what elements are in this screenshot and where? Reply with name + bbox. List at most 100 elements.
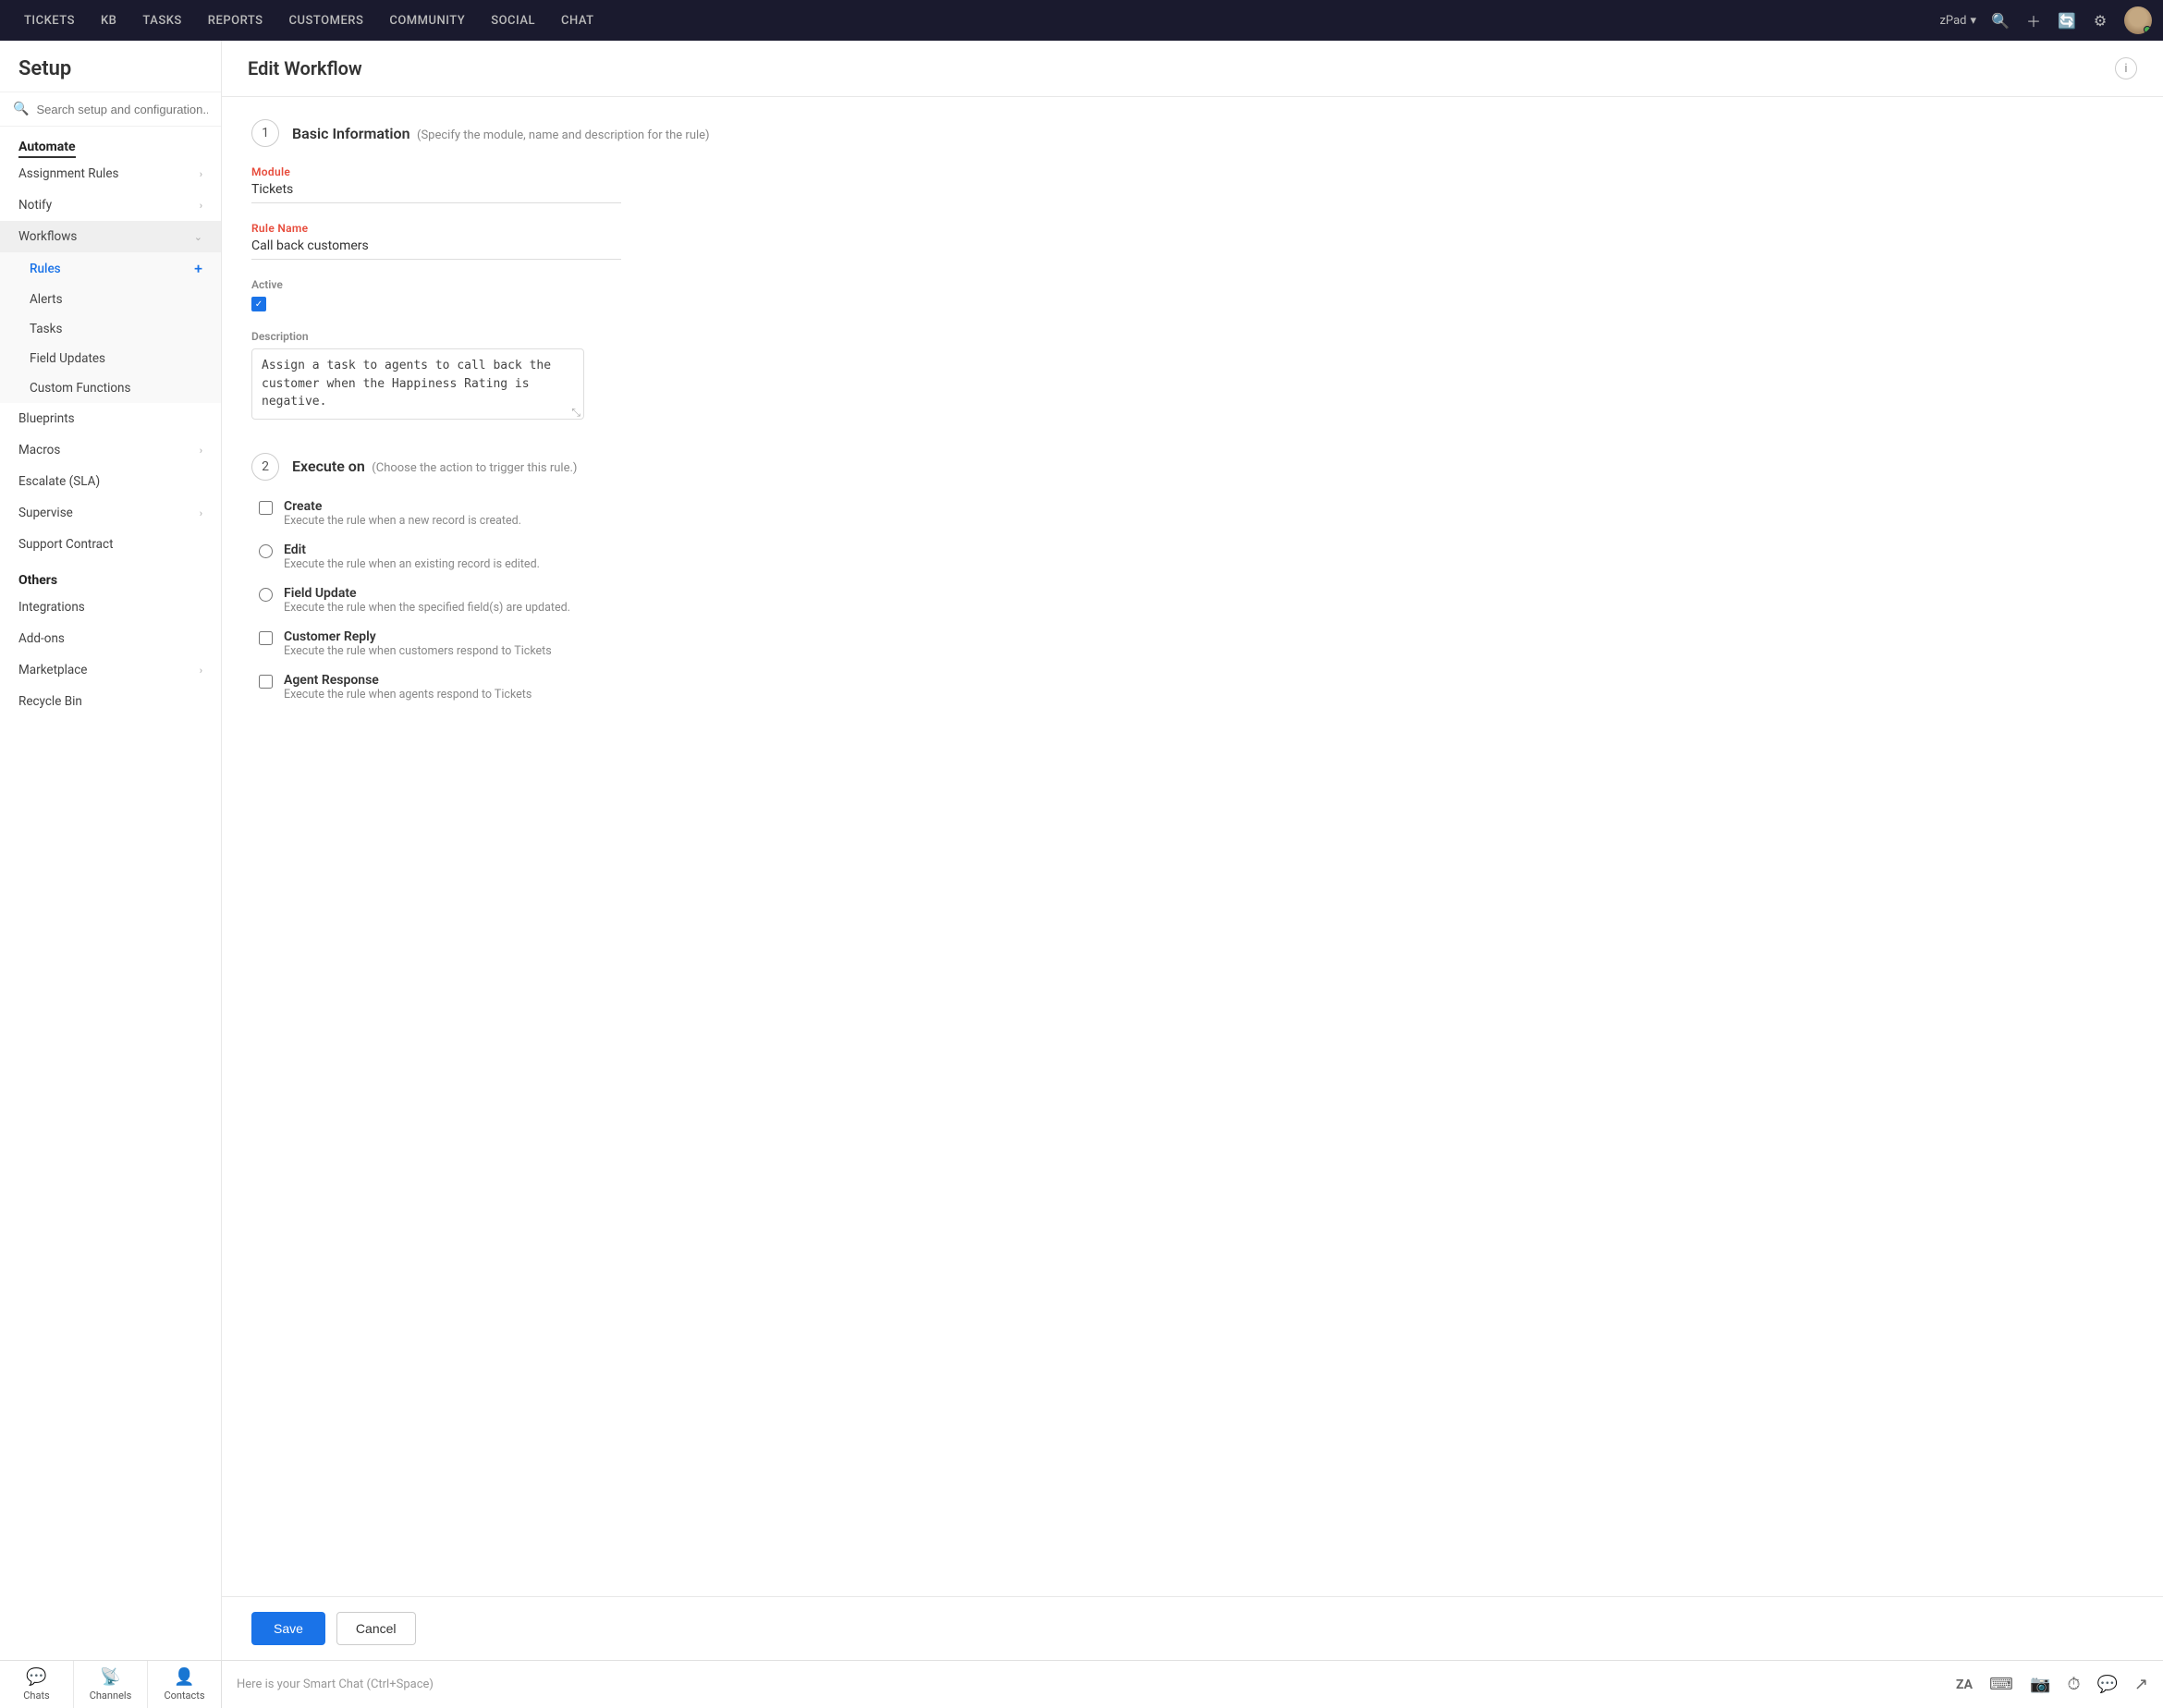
camera-icon[interactable]: 📷 — [2030, 1675, 2050, 1694]
edit-radio[interactable] — [259, 544, 273, 558]
bottom-bar: 💬 Chats 📡 Channels 👤 Contacts Here is yo… — [0, 1660, 2163, 1708]
chevron-right-icon: › — [200, 507, 202, 519]
sidebar-sub-item-custom-functions[interactable]: Custom Functions — [0, 373, 221, 403]
notifications-icon[interactable]: 🔄 — [2058, 11, 2076, 30]
create-checkbox[interactable] — [259, 501, 273, 515]
nav-right-controls: zPad ▾ 🔍 ＋ 🔄 ⚙ — [1939, 6, 2152, 34]
create-option-content: Create Execute the rule when a new recor… — [284, 499, 521, 528]
support-contract-label: Support Contract — [18, 537, 113, 552]
nav-chat[interactable]: CHAT — [548, 0, 607, 41]
search-icon[interactable]: 🔍 — [1991, 11, 2010, 30]
macros-label: Macros — [18, 443, 60, 458]
sidebar-item-supervise[interactable]: Supervise › — [0, 497, 221, 529]
automate-section-label: Automate — [0, 127, 221, 158]
section1-subtitle: (Specify the module, name and descriptio… — [417, 128, 710, 142]
rule-name-label: Rule Name — [251, 222, 621, 235]
smart-chat-placeholder[interactable]: Here is your Smart Chat (Ctrl+Space) — [237, 1678, 1937, 1691]
sidebar-item-add-ons[interactable]: Add-ons — [0, 623, 221, 654]
field-updates-label: Field Updates — [30, 351, 105, 366]
sidebar-sub-item-alerts[interactable]: Alerts — [0, 285, 221, 314]
sidebar-item-workflows[interactable]: Workflows ⌄ — [0, 221, 221, 252]
content-body: 1 Basic Information (Specify the module,… — [222, 97, 2163, 1596]
contacts-icon: 👤 — [174, 1667, 194, 1687]
channels-label: Channels — [90, 1690, 132, 1702]
agent-response-checkbox[interactable] — [259, 675, 273, 689]
customer-reply-checkbox[interactable] — [259, 631, 273, 645]
chats-label: Chats — [23, 1690, 49, 1702]
section1-title: Basic Information — [292, 125, 410, 142]
bottom-nav-chats[interactable]: 💬 Chats — [0, 1661, 74, 1708]
chats-icon: 💬 — [26, 1667, 46, 1687]
sidebar-search-input[interactable] — [36, 103, 208, 116]
nav-tasks[interactable]: TASKS — [129, 0, 194, 41]
sidebar-sub-item-rules[interactable]: Rules + — [0, 252, 221, 285]
field-update-option-content: Field Update Execute the rule when the s… — [284, 586, 570, 615]
zpad-button[interactable]: zPad ▾ — [1939, 14, 1976, 28]
blueprints-label: Blueprints — [18, 411, 75, 426]
cancel-button[interactable]: Cancel — [336, 1612, 416, 1645]
section1-number: 1 — [251, 119, 279, 147]
field-update-option-desc: Execute the rule when the specified fiel… — [284, 601, 570, 615]
section1-header: 1 Basic Information (Specify the module,… — [251, 119, 2133, 147]
settings-icon[interactable]: ⚙ — [2091, 11, 2109, 30]
description-textarea-wrap: Assign a task to agents to call back the… — [251, 348, 584, 423]
sidebar-item-recycle-bin[interactable]: Recycle Bin — [0, 686, 221, 717]
agent-response-option-title: Agent Response — [284, 673, 532, 688]
sidebar-item-assignment-rules[interactable]: Assignment Rules › — [0, 158, 221, 189]
agent-response-option-content: Agent Response Execute the rule when age… — [284, 673, 532, 702]
sidebar-item-notify[interactable]: Notify › — [0, 189, 221, 221]
nav-community[interactable]: COMMUNITY — [376, 0, 478, 41]
rules-label: Rules — [30, 262, 61, 276]
description-textarea[interactable]: Assign a task to agents to call back the… — [251, 348, 584, 420]
sidebar-item-marketplace[interactable]: Marketplace › — [0, 654, 221, 686]
supervise-label: Supervise — [18, 506, 73, 520]
nav-reports[interactable]: REPORTS — [195, 0, 276, 41]
zai-icon[interactable]: ZA — [1956, 1678, 1973, 1692]
edit-option-content: Edit Execute the rule when an existing r… — [284, 543, 540, 571]
sidebar-item-integrations[interactable]: Integrations — [0, 592, 221, 623]
workflows-section: Workflows ⌄ Rules + Alerts Tasks Field U… — [0, 221, 221, 403]
content-area: Edit Workflow i 1 Basic Information (Spe… — [222, 41, 2163, 1660]
customer-reply-option-title: Customer Reply — [284, 629, 552, 644]
create-option-desc: Execute the rule when a new record is cr… — [284, 514, 521, 528]
save-button[interactable]: Save — [251, 1612, 325, 1645]
rule-name-value[interactable]: Call back customers — [251, 238, 621, 260]
nav-items-list: TICKETS KB TASKS REPORTS CUSTOMERS COMMU… — [11, 0, 1939, 41]
plus-icon[interactable]: + — [194, 260, 202, 277]
keyboard-icon[interactable]: ⌨ — [1989, 1675, 2013, 1694]
add-icon[interactable]: ＋ — [2024, 11, 2043, 30]
sidebar-item-support-contract[interactable]: Support Contract — [0, 529, 221, 560]
sidebar: Setup 🔍 Automate Assignment Rules › Noti… — [0, 41, 222, 1660]
sidebar-sub-item-field-updates[interactable]: Field Updates — [0, 344, 221, 373]
info-icon[interactable]: i — [2115, 57, 2137, 79]
chat-icon[interactable]: 💬 — [2096, 1675, 2117, 1694]
section2-subtitle: (Choose the action to trigger this rule.… — [372, 461, 577, 475]
tasks-label: Tasks — [30, 322, 62, 336]
nav-customers[interactable]: CUSTOMERS — [276, 0, 377, 41]
form-footer: Save Cancel — [222, 1596, 2163, 1660]
channels-icon: 📡 — [100, 1667, 120, 1687]
field-update-radio[interactable] — [259, 588, 273, 602]
active-label: Active — [251, 278, 2133, 291]
sidebar-item-macros[interactable]: Macros › — [0, 434, 221, 466]
zpad-label: zPad — [1939, 14, 1966, 28]
user-avatar[interactable] — [2124, 6, 2152, 34]
chevron-down-icon: ⌄ — [194, 231, 202, 243]
active-checkbox[interactable]: ✓ — [251, 297, 266, 311]
contacts-label: Contacts — [164, 1690, 204, 1702]
checkmark-icon: ✓ — [255, 299, 263, 310]
sidebar-search-icon: 🔍 — [13, 102, 29, 116]
integrations-label: Integrations — [18, 600, 85, 615]
active-field: Active ✓ — [251, 278, 2133, 311]
sidebar-item-blueprints[interactable]: Blueprints — [0, 403, 221, 434]
bottom-nav-contacts[interactable]: 👤 Contacts — [148, 1661, 221, 1708]
sidebar-item-escalate-sla[interactable]: Escalate (SLA) — [0, 466, 221, 497]
nav-tickets[interactable]: TICKETS — [11, 0, 88, 41]
sidebar-sub-item-tasks[interactable]: Tasks — [0, 314, 221, 344]
bottom-nav-channels[interactable]: 📡 Channels — [74, 1661, 148, 1708]
chevron-right-icon: › — [200, 665, 202, 677]
nav-kb[interactable]: KB — [88, 0, 129, 41]
timer-icon[interactable]: ⏱ — [2067, 1675, 2080, 1694]
expand-icon[interactable]: ↗ — [2134, 1675, 2148, 1694]
nav-social[interactable]: SOCIAL — [478, 0, 548, 41]
